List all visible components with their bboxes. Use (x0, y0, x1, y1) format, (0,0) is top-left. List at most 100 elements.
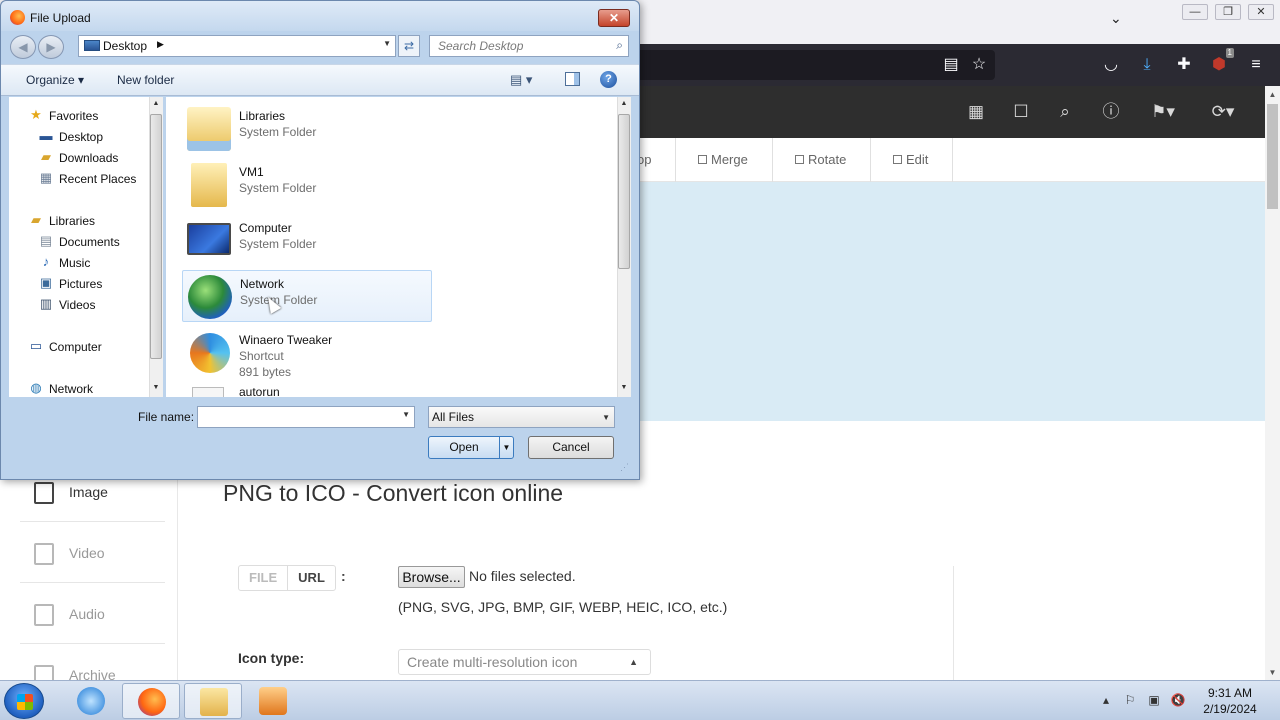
page-scroll-thumb[interactable] (1267, 104, 1278, 209)
checkbox-icon (795, 155, 804, 164)
open-button[interactable]: Open ▼ (428, 436, 514, 459)
breadcrumb-arrow-icon[interactable]: ▶ (157, 39, 164, 50)
file-name: Libraries (239, 109, 286, 123)
open-dropdown-icon[interactable]: ▼ (499, 437, 513, 458)
pocket-icon[interactable]: ◡ (1100, 54, 1122, 76)
convert-menu-icon[interactable]: ⟳▾ (1205, 98, 1241, 126)
taskbar-clock[interactable]: 9:31 AM 2/19/2024 (1192, 685, 1268, 717)
chevron-down-icon[interactable]: ▼ (402, 410, 410, 419)
tab-url[interactable]: URL (287, 566, 335, 590)
nav-pictures[interactable]: Pictures (59, 277, 102, 291)
extensions-icon[interactable]: ✚ (1173, 54, 1195, 76)
scroll-up-arrow-icon[interactable]: ▲ (150, 98, 162, 110)
tool-tab-rotate[interactable]: Rotate (783, 138, 871, 182)
menu-item-archive[interactable]: Archive (20, 645, 165, 680)
video-icon (34, 543, 54, 565)
address-dropdown-icon[interactable]: ▼ (383, 39, 391, 48)
new-folder-button[interactable]: New folder (117, 73, 174, 87)
music-icon: ♪ (42, 254, 50, 269)
close-window-button[interactable]: ✕ (1248, 4, 1274, 20)
nav-computer[interactable]: Computer (49, 340, 102, 354)
dialog-titlebar[interactable] (1, 1, 639, 31)
firefox-icon (138, 688, 166, 716)
nav-favorites[interactable]: Favorites (49, 109, 98, 123)
file-item-libraries[interactable]: Libraries System Folder (182, 103, 432, 155)
tab-file[interactable]: FILE (239, 566, 287, 590)
back-button[interactable]: ◀ (10, 35, 36, 59)
page-icon[interactable]: ☐ (1010, 98, 1032, 126)
scroll-up-arrow-icon[interactable]: ▲ (1266, 88, 1279, 101)
select-arrows-icon: ▲ (629, 657, 638, 667)
language-icon[interactable]: ⚑▾ (1145, 98, 1181, 126)
source-tabs: FILE URL (238, 565, 336, 591)
menu-item-audio[interactable]: Audio (20, 584, 165, 644)
nav-downloads[interactable]: Downloads (59, 151, 118, 165)
file-item-network[interactable]: Network System Folder (182, 270, 432, 322)
file-item-computer[interactable]: Computer System Folder (182, 215, 432, 267)
nav-desktop[interactable]: Desktop (59, 130, 103, 144)
media-player-icon (259, 687, 287, 715)
nav-libraries[interactable]: Libraries (49, 214, 95, 228)
dialog-close-button[interactable]: ✕ (598, 9, 630, 27)
change-view-icon[interactable]: ▤ ▾ (510, 72, 532, 88)
preview-pane-icon[interactable] (565, 72, 580, 86)
browse-button[interactable]: Browse... (398, 566, 465, 588)
nav-network[interactable]: Network (49, 382, 93, 396)
minimize-button[interactable]: — (1182, 4, 1208, 20)
list-all-tabs-button[interactable]: ⌄ (1110, 10, 1122, 27)
file-item-vm1[interactable]: VM1 System Folder (182, 159, 432, 211)
bookmark-star-icon[interactable]: ☆ (968, 54, 990, 76)
file-type-select[interactable]: All Files ▼ (428, 406, 615, 428)
volume-muted-icon[interactable]: 🔇 (1170, 692, 1186, 708)
taskbar-media-player[interactable] (244, 683, 302, 719)
help-icon[interactable]: ? (600, 71, 617, 88)
scroll-down-arrow-icon[interactable]: ▼ (618, 382, 630, 394)
app-menu-icon[interactable]: ≡ (1245, 54, 1267, 76)
nav-recent-places[interactable]: Recent Places (59, 172, 136, 186)
menu-item-video[interactable]: Video (20, 523, 165, 583)
resize-grip-icon[interactable]: ⋰ (620, 462, 629, 473)
start-button[interactable] (4, 683, 44, 719)
show-hidden-icons-icon[interactable]: ▴ (1098, 692, 1114, 708)
reader-view-icon[interactable]: ▤ (940, 54, 962, 76)
search-icon[interactable]: ⌕ (1054, 98, 1076, 126)
grid-menu-icon[interactable]: ▦ (965, 98, 987, 126)
scroll-down-arrow-icon[interactable]: ▼ (150, 382, 162, 394)
address-bar[interactable]: Desktop ▶ ▼ (78, 35, 396, 57)
ublock-origin-icon[interactable]: ⬢ 1 (1208, 48, 1234, 76)
tool-tab-edit[interactable]: Edit (881, 138, 953, 182)
icon-type-select[interactable]: Create multi-resolution icon ▲ (398, 649, 651, 675)
nav-videos[interactable]: Videos (59, 298, 95, 312)
network-tray-icon[interactable]: ▣ (1146, 692, 1162, 708)
nav-music[interactable]: Music (59, 256, 90, 270)
url-bar[interactable] (600, 50, 995, 80)
action-center-flag-icon[interactable]: ⚐ (1122, 692, 1138, 708)
menu-item-label: Archive (69, 667, 116, 680)
refresh-button[interactable]: ⇄ (398, 35, 420, 57)
file-type: System Folder (239, 237, 317, 251)
archive-icon (34, 665, 54, 680)
downloads-icon[interactable]: ⤓ (1136, 54, 1158, 76)
scroll-down-arrow-icon[interactable]: ▼ (1266, 666, 1279, 679)
file-item-winaero-tweaker[interactable]: Winaero Tweaker Shortcut 891 bytes (182, 327, 432, 379)
organize-button[interactable]: Organize ▾ (26, 73, 84, 87)
scroll-up-arrow-icon[interactable]: ▲ (618, 98, 630, 110)
internet-explorer-icon (77, 687, 105, 715)
file-pane-scroll-thumb[interactable] (618, 114, 630, 269)
source-colon: : (341, 568, 346, 584)
file-name-input[interactable]: ▼ (197, 406, 415, 428)
cancel-button[interactable]: Cancel (528, 436, 614, 459)
nav-pane-scroll-thumb[interactable] (150, 114, 162, 359)
libraries-icon: ▰ (31, 212, 41, 227)
restore-button[interactable]: ❐ (1215, 4, 1241, 20)
clock-date: 2/19/2024 (1203, 702, 1257, 716)
nav-documents[interactable]: Documents (59, 235, 120, 249)
forward-button[interactable]: ▶ (38, 35, 64, 59)
taskbar-firefox[interactable] (122, 683, 180, 719)
taskbar-explorer[interactable] (184, 683, 242, 719)
tool-tab-merge[interactable]: Merge (686, 138, 773, 182)
search-input[interactable]: Search Desktop ⌕ (429, 35, 629, 57)
file-item-autorun[interactable]: autorun (182, 383, 432, 397)
taskbar-internet-explorer[interactable] (62, 683, 120, 719)
help-icon[interactable]: ⓘ (1100, 98, 1122, 126)
